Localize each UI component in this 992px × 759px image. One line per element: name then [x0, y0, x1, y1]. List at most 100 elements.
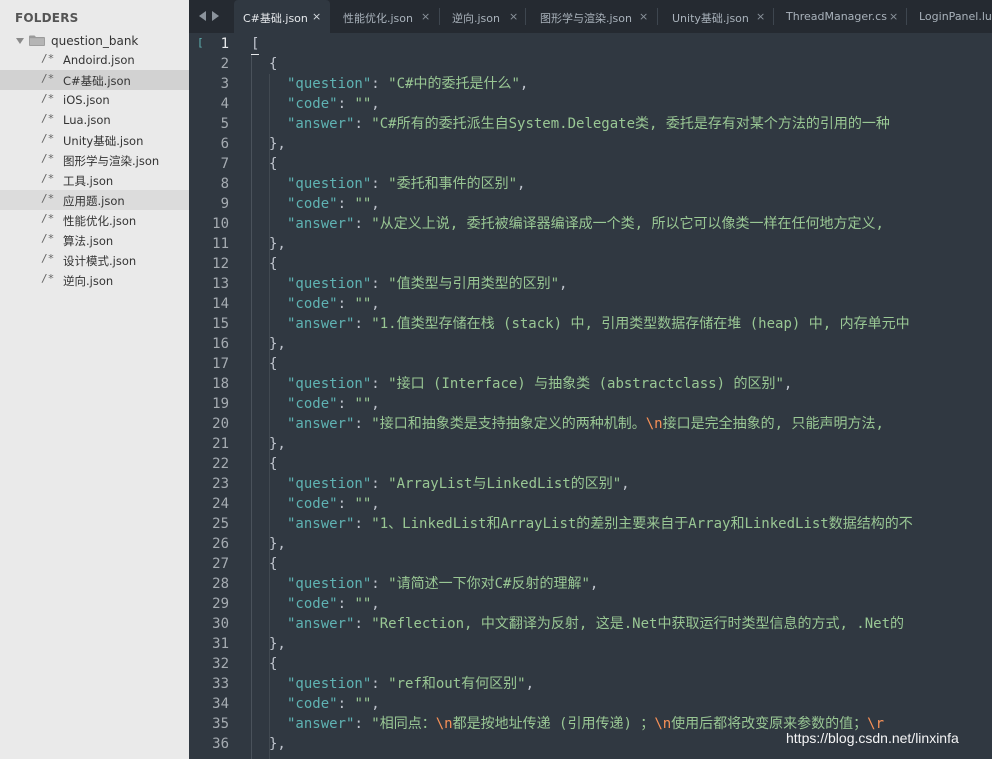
code-line[interactable]: },: [251, 134, 992, 154]
code-line[interactable]: {: [251, 354, 992, 374]
file-icon: /*: [41, 252, 55, 265]
tab-4[interactable]: 图形学与渲染.json ×: [525, 0, 657, 33]
file-item[interactable]: /* Andoird.json: [0, 50, 189, 70]
code-line[interactable]: "answer": "1、LinkedList和ArrayList的差别主要来自…: [251, 514, 992, 534]
close-icon[interactable]: ×: [421, 10, 430, 23]
code-line[interactable]: "question": "委托和事件的区别",: [251, 174, 992, 194]
line-number: 2: [220, 56, 229, 72]
code-line[interactable]: "code": "",: [251, 494, 992, 514]
folder-question-bank[interactable]: question_bank: [0, 31, 189, 51]
code-line[interactable]: "question": "ArrayList与LinkedList的区别",: [251, 474, 992, 494]
file-item[interactable]: /* iOS.json: [0, 90, 189, 110]
tab-5[interactable]: Unity基础.json ×: [657, 0, 773, 33]
file-item[interactable]: /* 设计模式.json: [0, 250, 189, 270]
close-icon[interactable]: ×: [312, 10, 321, 23]
code-line[interactable]: "code": "",: [251, 594, 992, 614]
code-line[interactable]: {: [251, 54, 992, 74]
line-number-gutter: 1 2 3 4 5 6 7 8 9 10 11 12 13 14 15 16 17 18 19 20 21 22 23 24 2…: [189, 34, 229, 754]
chevron-down-icon[interactable]: [16, 38, 24, 44]
code-line[interactable]: },: [251, 334, 992, 354]
file-item[interactable]: /* 算法.json: [0, 230, 189, 250]
code-token: {: [269, 56, 278, 72]
code-token: ,: [559, 276, 568, 292]
tab-1[interactable]: C#基础.json ×: [234, 0, 330, 33]
file-item[interactable]: /* 图形学与渲染.json: [0, 150, 189, 170]
line-number: 10: [212, 216, 229, 232]
code-token: "C#所有的委托派生自System.Delegate类, 委托是存有对某个方法的…: [371, 116, 890, 132]
code-token: "接口 (Interface) 与抽象类 (abstractclass) 的区别…: [388, 376, 784, 392]
code-token: :: [337, 496, 355, 512]
code-line[interactable]: "answer": "1.值类型存储在栈 (stack) 中, 引用类型数据存储…: [251, 314, 992, 334]
file-item[interactable]: /* 逆向.json: [0, 270, 189, 290]
tab-scroll-right-icon[interactable]: [212, 11, 219, 21]
tab-2[interactable]: 性能优化.json ×: [330, 0, 439, 33]
code-token: \n: [654, 716, 672, 732]
code-line[interactable]: "answer": "C#所有的委托派生自System.Delegate类, 委…: [251, 114, 992, 134]
code-token: {: [269, 456, 278, 472]
code-token: :: [337, 196, 355, 212]
code-line[interactable]: {: [251, 454, 992, 474]
code-token: "answer": [287, 516, 355, 532]
line-number: 26: [212, 536, 229, 552]
code-line[interactable]: "code": "",: [251, 394, 992, 414]
code-line[interactable]: },: [251, 634, 992, 654]
code-line[interactable]: {: [251, 654, 992, 674]
file-item[interactable]: /* 工具.json: [0, 170, 189, 190]
code-line[interactable]: {: [251, 554, 992, 574]
file-list: /* Andoird.json /* C#基础.json /* iOS.json /* Lua…: [0, 50, 189, 290]
tab-7[interactable]: LoginPanel.lua: [906, 0, 992, 33]
code-line[interactable]: "question": "值类型与引用类型的区别",: [251, 274, 992, 294]
file-item[interactable]: /* Lua.json: [0, 110, 189, 130]
file-icon: /*: [41, 72, 55, 85]
code-line[interactable]: [: [251, 34, 992, 55]
code-line[interactable]: "code": "",: [251, 694, 992, 714]
code-token: ,: [589, 576, 599, 592]
file-icon: /*: [41, 212, 55, 225]
code-token: 都是按地址传递 (引用传递) ；: [452, 716, 655, 732]
code-token: "code": [287, 296, 338, 312]
code-line[interactable]: "answer": "接口和抽象类是支持抽象定义的两种机制。\n接口是完全抽象的…: [251, 414, 992, 434]
code-line[interactable]: {: [251, 254, 992, 274]
file-item[interactable]: /* C#基础.json: [0, 70, 189, 90]
code-line[interactable]: {: [251, 154, 992, 174]
code-line[interactable]: "question": "ref和out有何区别",: [251, 674, 992, 694]
folder-icon: [29, 35, 45, 46]
code-token: ,: [371, 296, 380, 312]
code-editor[interactable]: [ 1 2 3 4 5 6 7 8 9 10 11 12 13 14 15 16 17 18 19 20 21 22 23 2…: [189, 33, 992, 759]
code-line[interactable]: "answer": "Reflection, 中文翻译为反射, 这是.Net中获…: [251, 614, 992, 634]
tab-label: 逆向.json: [452, 12, 500, 25]
tab-6[interactable]: ThreadManager.cs ×: [773, 0, 906, 33]
file-item[interactable]: /* 性能优化.json: [0, 210, 189, 230]
file-name: iOS.json: [63, 93, 110, 107]
close-icon[interactable]: ×: [509, 10, 518, 23]
code-token: \n: [645, 416, 663, 432]
code-line[interactable]: "question": "接口 (Interface) 与抽象类 (abstra…: [251, 374, 992, 394]
code-line[interactable]: "answer": "从定义上说, 委托被编译器编译成一个类, 所以它可以像类一…: [251, 214, 992, 234]
tab-label: LoginPanel.lua: [919, 10, 992, 23]
close-icon[interactable]: ×: [756, 10, 765, 23]
code-token: "C#中的委托是什么": [388, 76, 520, 92]
code-token: "answer": [287, 216, 355, 232]
code-line[interactable]: },: [251, 534, 992, 554]
file-item[interactable]: /* 应用题.json: [0, 190, 189, 210]
code-line[interactable]: },: [251, 434, 992, 454]
code-line[interactable]: "question": "C#中的委托是什么",: [251, 74, 992, 94]
code-area[interactable]: [{"question": "C#中的委托是什么", "code": "", "an…: [251, 34, 992, 754]
close-icon[interactable]: ×: [889, 10, 898, 23]
code-line[interactable]: "code": "",: [251, 194, 992, 214]
tab-scroll-left-icon[interactable]: [199, 11, 206, 21]
line-number: 18: [212, 376, 229, 392]
close-icon[interactable]: ×: [639, 10, 648, 23]
code-line[interactable]: },: [251, 234, 992, 254]
code-token: :: [371, 76, 389, 92]
code-token: {: [269, 556, 278, 572]
line-number: 5: [220, 116, 229, 132]
file-item[interactable]: /* Unity基础.json: [0, 130, 189, 150]
code-token: "code": [287, 196, 338, 212]
code-line[interactable]: "question": "请简述一下你对C#反射的理解",: [251, 574, 992, 594]
tab-3[interactable]: 逆向.json ×: [439, 0, 525, 33]
code-token: \n: [435, 716, 453, 732]
code-token: },: [269, 736, 286, 752]
code-line[interactable]: "code": "",: [251, 294, 992, 314]
code-line[interactable]: "code": "",: [251, 94, 992, 114]
